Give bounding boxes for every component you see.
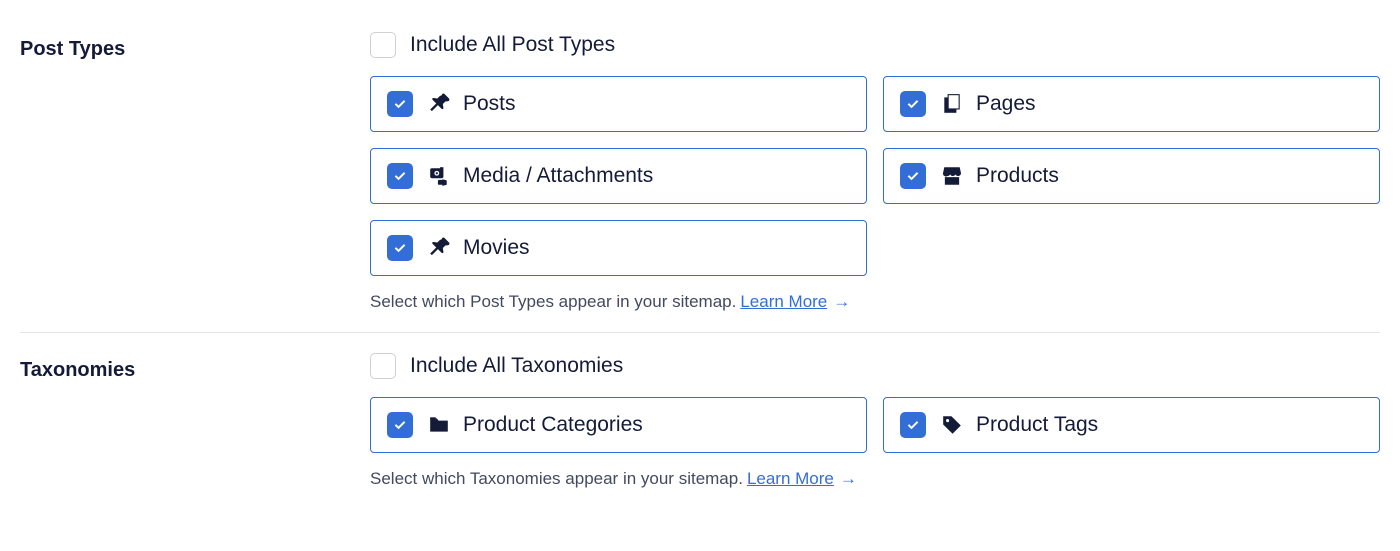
post-types-grid: Posts Pages Media / Attachments <box>370 76 1380 276</box>
media-icon <box>427 164 451 188</box>
check-icon <box>905 168 921 184</box>
store-icon <box>940 164 964 188</box>
checkbox-product-categories[interactable] <box>387 412 413 438</box>
card-label: Pages <box>976 92 1036 116</box>
include-all-taxonomies-label: Include All Taxonomies <box>410 354 623 378</box>
pages-icon <box>940 92 964 116</box>
card-product-categories[interactable]: Product Categories <box>370 397 867 453</box>
card-pages[interactable]: Pages <box>883 76 1380 132</box>
card-product-tags[interactable]: Product Tags <box>883 397 1380 453</box>
checkbox-product-tags[interactable] <box>900 412 926 438</box>
post-types-helper: Select which Post Types appear in your s… <box>370 292 1380 312</box>
check-icon <box>392 96 408 112</box>
section-taxonomies: Taxonomies Include All Taxonomies Produc… <box>20 332 1380 509</box>
checkbox-include-all-post-types[interactable] <box>370 32 396 58</box>
card-products[interactable]: Products <box>883 148 1380 204</box>
card-label: Posts <box>463 92 516 116</box>
section-post-types: Post Types Include All Post Types Posts <box>20 20 1380 332</box>
section-content-taxonomies: Include All Taxonomies Product Categorie… <box>370 353 1380 489</box>
pin-icon <box>427 92 451 116</box>
card-movies[interactable]: Movies <box>370 220 867 276</box>
learn-more-link[interactable]: Learn More <box>747 469 834 489</box>
checkbox-media[interactable] <box>387 163 413 189</box>
folder-icon <box>427 413 451 437</box>
taxonomies-helper: Select which Taxonomies appear in your s… <box>370 469 1380 489</box>
check-icon <box>392 168 408 184</box>
include-all-post-types-label: Include All Post Types <box>410 33 615 57</box>
check-icon <box>392 417 408 433</box>
card-label: Product Tags <box>976 413 1098 437</box>
helper-text: Select which Taxonomies appear in your s… <box>370 469 743 489</box>
taxonomies-grid: Product Categories Product Tags <box>370 397 1380 453</box>
helper-text: Select which Post Types appear in your s… <box>370 292 736 312</box>
checkbox-products[interactable] <box>900 163 926 189</box>
arrow-right-icon: → <box>840 469 857 489</box>
card-posts[interactable]: Posts <box>370 76 867 132</box>
checkbox-pages[interactable] <box>900 91 926 117</box>
include-all-post-types-row[interactable]: Include All Post Types <box>370 32 1380 58</box>
pin-icon <box>427 236 451 260</box>
card-media[interactable]: Media / Attachments <box>370 148 867 204</box>
check-icon <box>905 417 921 433</box>
checkbox-include-all-taxonomies[interactable] <box>370 353 396 379</box>
tag-icon <box>940 413 964 437</box>
arrow-right-icon: → <box>833 292 850 312</box>
section-label-post-types: Post Types <box>20 32 370 312</box>
checkbox-posts[interactable] <box>387 91 413 117</box>
check-icon <box>392 240 408 256</box>
learn-more-link[interactable]: Learn More <box>740 292 827 312</box>
card-label: Media / Attachments <box>463 164 653 188</box>
section-label-taxonomies: Taxonomies <box>20 353 370 489</box>
include-all-taxonomies-row[interactable]: Include All Taxonomies <box>370 353 1380 379</box>
card-label: Products <box>976 164 1059 188</box>
section-content-post-types: Include All Post Types Posts Pages <box>370 32 1380 312</box>
checkbox-movies[interactable] <box>387 235 413 261</box>
card-label: Product Categories <box>463 413 643 437</box>
card-label: Movies <box>463 236 530 260</box>
check-icon <box>905 96 921 112</box>
